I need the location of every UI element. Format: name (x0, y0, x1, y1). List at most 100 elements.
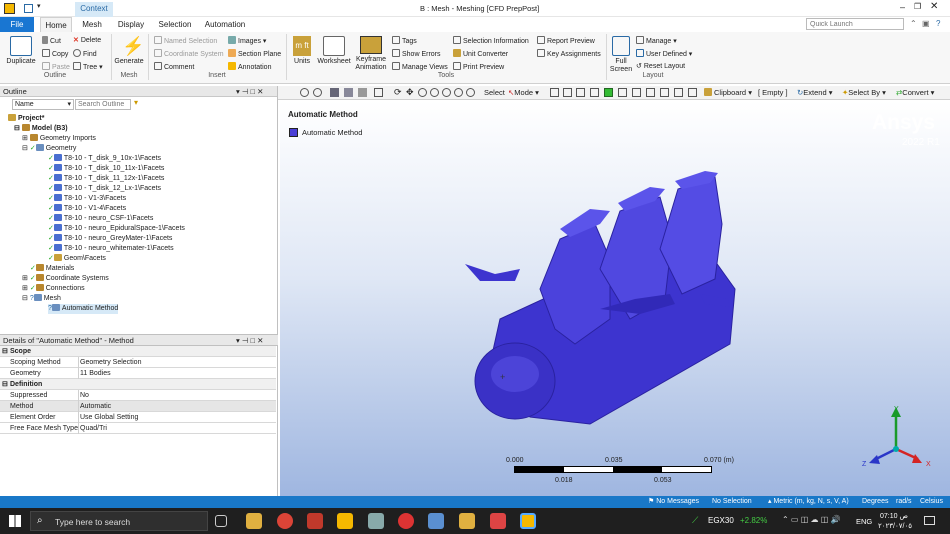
quick-launch-input[interactable] (806, 18, 904, 30)
view-cube-icon[interactable] (330, 88, 339, 97)
select-mesh-icon[interactable] (646, 88, 655, 97)
full-screen-button[interactable]: Full Screen (608, 36, 634, 74)
tab-file[interactable]: File (0, 17, 34, 32)
tree-project[interactable]: Project* (8, 114, 44, 124)
section-definition[interactable]: ⊟ Definition (0, 379, 276, 390)
annotation-button[interactable]: Annotation (228, 62, 271, 71)
tree-mesh[interactable]: ⊟ ? Mesh (22, 294, 61, 304)
tab-automation[interactable]: Automation (202, 17, 248, 32)
zoom-out-icon[interactable] (313, 88, 322, 97)
language-indicator[interactable]: ENG (856, 517, 872, 526)
task-view-icon[interactable] (215, 515, 227, 527)
images-button[interactable]: Images ▾ (228, 36, 266, 45)
generate-button[interactable]: ⚡ Generate (113, 36, 145, 66)
messages-status[interactable]: ⚑ No Messages (648, 496, 699, 508)
show-errors-button[interactable]: Show Errors (392, 49, 441, 58)
pan-icon[interactable]: ✥ (406, 87, 414, 98)
search-outline-input[interactable] (75, 99, 131, 110)
tree-connections[interactable]: ⊞ ✓ Connections (22, 284, 85, 294)
tree-body[interactable]: ✓ T8-10 - neuro_CSF-1\Facets (48, 214, 153, 224)
zoom-in-icon[interactable] (300, 88, 309, 97)
windows-start-icon[interactable] (9, 515, 21, 527)
select-nodes-icon[interactable] (660, 88, 669, 97)
tab-home[interactable]: Home (40, 17, 72, 32)
geometry-row[interactable]: Geometry 11 Bodies (0, 368, 276, 379)
graphics-viewport[interactable]: Automatic Method Automatic Method Ansys … (280, 101, 950, 496)
magnifier-icon[interactable] (466, 88, 475, 97)
rotate-icon[interactable]: ⟳ (394, 87, 402, 98)
units-button[interactable]: m ft Units (290, 36, 314, 66)
degrees-status[interactable]: Degrees (862, 496, 888, 508)
section-scope[interactable]: ⊟ Scope (0, 346, 276, 357)
copy-button[interactable]: Copy (42, 49, 68, 58)
manage-button[interactable]: Manage ▾ (636, 36, 677, 45)
paste-button[interactable]: Paste (42, 62, 70, 71)
details-pin-icon[interactable]: ▾ ⊣ □ ✕ (236, 335, 263, 346)
tree-model[interactable]: ⊟ Model (B3) (14, 124, 68, 134)
select-edge-icon[interactable] (563, 88, 572, 97)
tree-body[interactable]: ✓ T8-10 - T_disk_9_10x-1\Facets (48, 154, 161, 164)
temperature-status[interactable]: Celsius (920, 496, 943, 508)
taskbar-search[interactable]: ⌕ Type here to search (30, 511, 208, 531)
tree-body[interactable]: ✓ T8-10 - T_disk_10_11x-1\Facets (48, 164, 164, 174)
ticker-name[interactable]: EGX30 (708, 516, 734, 525)
select-by-button[interactable]: ✦Select By ▾ (842, 88, 886, 97)
app-icon[interactable] (307, 513, 323, 529)
tree-body[interactable]: ✓ T8-10 - T_disk_12_Lx-1\Facets (48, 184, 161, 194)
reset-layout-button[interactable]: ↺ Reset Layout (636, 62, 685, 70)
maximize-button[interactable]: ❐ (914, 2, 921, 11)
app-icon[interactable] (428, 513, 444, 529)
scoping-method-row[interactable]: Scoping Method Geometry Selection (0, 357, 276, 368)
chrome-icon[interactable] (277, 513, 293, 529)
element-order-row[interactable]: Element Order Use Global Setting (0, 412, 276, 423)
keyframe-animation-button[interactable]: Keyframe Animation (354, 36, 388, 72)
clipboard-button[interactable]: Clipboard ▾ (704, 88, 752, 97)
quick-access-dropdown-icon[interactable]: ▾ (37, 2, 41, 10)
mode-button[interactable]: ↖Mode ▾ (508, 88, 539, 97)
delete-button[interactable]: ✕ Delete (73, 36, 101, 44)
name-filter-dropdown[interactable]: Name ▾ (12, 99, 74, 110)
print-preview-button[interactable]: Print Preview (453, 62, 504, 71)
save-icon[interactable] (24, 4, 33, 13)
tab-display[interactable]: Display (114, 17, 148, 32)
manage-views-button[interactable]: Manage Views (392, 62, 448, 71)
clock-date[interactable]: ٢٠٢٣/٠٧/٠٥ (878, 522, 912, 530)
select-label[interactable]: Select (484, 88, 505, 97)
tray-icons[interactable]: ⌃ ▭ ◫ ☁ ◫ 🔊 (782, 515, 840, 524)
section-plane-button[interactable]: Section Plane (228, 49, 281, 58)
layout-icon[interactable]: ▣ (922, 19, 930, 28)
cut-button[interactable]: Cut (42, 36, 61, 45)
app-icon[interactable] (398, 513, 414, 529)
selection-information-button[interactable]: Selection Information (453, 36, 529, 45)
zoom-icon[interactable] (418, 88, 427, 97)
render-icon[interactable] (344, 88, 353, 97)
select-vertex-icon[interactable] (550, 88, 559, 97)
tree-coordinate-systems[interactable]: ⊞ ✓ Coordinate Systems (22, 274, 109, 284)
collapse-ribbon-icon[interactable]: ⌃ (910, 19, 917, 28)
tab-mesh[interactable]: Mesh (78, 17, 106, 32)
fit-icon[interactable] (374, 88, 383, 97)
app-icon[interactable] (459, 513, 475, 529)
tree-body[interactable]: ✓ T8-10 - V1-3\Facets (48, 194, 126, 204)
zoom-extents-icon[interactable] (454, 88, 463, 97)
zoom-box-icon[interactable] (430, 88, 439, 97)
meshing-icon[interactable] (520, 513, 536, 529)
clock-time[interactable]: 07:10 ص (880, 512, 908, 520)
pin-icon[interactable]: ▾ ⊣ □ ✕ (236, 86, 263, 97)
filter-options-icon[interactable]: ▾ (134, 98, 138, 107)
rads-status[interactable]: rad/s (896, 496, 912, 508)
select-filter-icon[interactable] (674, 88, 683, 97)
select-face-icon[interactable] (576, 88, 585, 97)
tags-button[interactable]: Tags (392, 36, 417, 45)
app-icon[interactable] (490, 513, 506, 529)
coordinate-system-button[interactable]: Coordinate System (154, 49, 224, 58)
workbench-icon[interactable] (337, 513, 353, 529)
user-defined-button[interactable]: User Defined ▾ (636, 49, 692, 58)
extend-button[interactable]: ↻Extend ▾ (797, 88, 833, 97)
tree-geometry[interactable]: ⊟ ✓ Geometry (22, 144, 76, 154)
duplicate-button[interactable]: Duplicate (4, 36, 38, 66)
named-selection-button[interactable]: Named Selection (154, 36, 217, 45)
tree-geometry-imports[interactable]: ⊞ Geometry Imports (22, 134, 96, 144)
select-node-icon[interactable] (618, 88, 627, 97)
units-status[interactable]: ▴ Metric (m, kg, N, s, V, A) (768, 496, 849, 508)
